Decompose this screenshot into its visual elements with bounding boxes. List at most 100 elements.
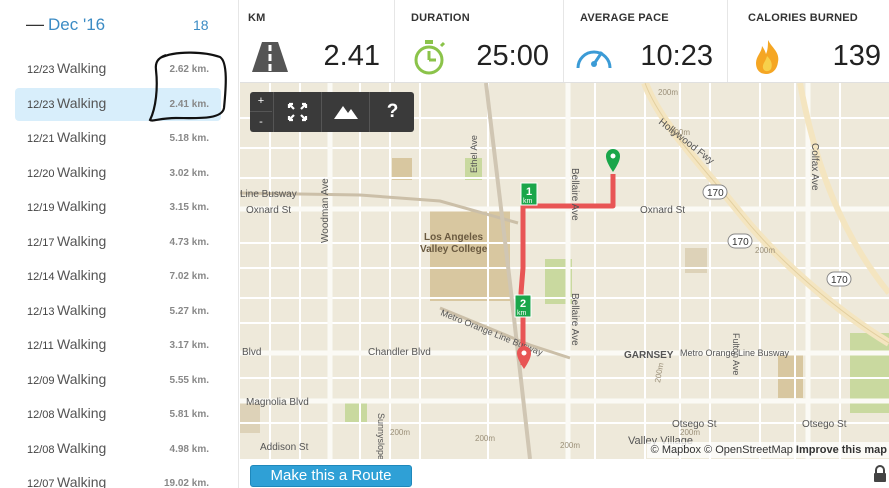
activity-type: Walking — [57, 164, 107, 180]
street-label: Bellaire Ave — [569, 168, 580, 221]
activity-distance: 7.02 km. — [169, 271, 209, 282]
osm-link[interactable]: © OpenStreetMap — [704, 444, 793, 456]
stat-calories: CALORIES BURNED 139 — [728, 0, 889, 82]
km-marker-2: 2 km — [514, 294, 532, 318]
activity-date: 12/09 — [27, 375, 55, 387]
mapbox-link[interactable]: © Mapbox — [651, 444, 701, 456]
stat-km: KM 2.41 — [240, 0, 395, 82]
college-label: Valley College — [420, 244, 488, 255]
street-label: Fulton Ave — [731, 333, 741, 375]
highway-shield: 170 — [702, 184, 728, 200]
activity-date: 12/23 — [27, 99, 55, 111]
highway-shield: 170 — [727, 233, 753, 249]
activity-sidebar: — Dec '16 18 12/23 Walking 2.62 km. 12/2… — [0, 0, 239, 488]
svg-text:170: 170 — [707, 188, 724, 199]
activity-date: 12/17 — [27, 237, 55, 249]
flame-icon — [756, 40, 779, 74]
km-marker-1: 1 km — [520, 182, 538, 206]
district-label: GARNSEY — [624, 350, 674, 361]
fullscreen-button[interactable] — [273, 92, 321, 132]
activity-row[interactable]: 12/23 Walking 2.62 km. — [15, 53, 221, 86]
activity-distance: 19.02 km. — [163, 478, 209, 488]
activity-distance: 5.81 km. — [169, 409, 209, 420]
stat-value: 10:23 — [640, 40, 713, 72]
activity-date: 12/08 — [27, 444, 55, 456]
street-label: Oxnard St — [246, 205, 291, 216]
month-header[interactable]: — Dec '16 18 — [0, 0, 238, 50]
busway-label: Line Busway — [240, 189, 297, 200]
activity-row[interactable]: 12/14 Walking 7.02 km. — [15, 260, 221, 293]
activity-distance: 5.27 km. — [169, 306, 209, 317]
svg-text:200m: 200m — [390, 428, 410, 437]
zoom-out-button[interactable]: - — [250, 112, 272, 132]
svg-text:2: 2 — [520, 298, 526, 310]
month-label[interactable]: Dec '16 — [48, 15, 105, 35]
street-label: Bellaire Ave — [569, 293, 580, 346]
activity-row[interactable]: 12/08 Walking 4.98 km. — [15, 433, 221, 466]
svg-text:km: km — [517, 310, 527, 317]
activity-row[interactable]: 12/11 Walking 3.17 km. — [15, 329, 221, 362]
activity-type: Walking — [57, 336, 107, 352]
activity-type: Walking — [57, 405, 107, 421]
stat-label: KM — [248, 12, 266, 24]
activity-date: 12/23 — [27, 64, 55, 76]
activity-row[interactable]: 12/08 Walking 5.81 km. — [15, 398, 221, 431]
activity-type: Walking — [57, 371, 107, 387]
zoom-control: + - — [250, 92, 272, 132]
activity-date: 12/08 — [27, 409, 55, 421]
map-attribution: © Mapbox © OpenStreetMap Improve this ma… — [646, 442, 889, 458]
activity-row[interactable]: 12/21 Walking 5.18 km. — [15, 122, 221, 155]
activity-type: Walking — [57, 129, 107, 145]
stat-label: AVERAGE PACE — [580, 12, 669, 24]
activity-distance: 5.55 km. — [169, 375, 209, 386]
college-label-line1: Los Angeles — [424, 232, 484, 243]
bottom-bar: Make this a Route — [240, 459, 889, 488]
map-controls: + - ? — [250, 92, 414, 132]
zoom-in-button[interactable]: + — [250, 92, 272, 112]
route-map[interactable]: Line Busway Oxnard St Oxnard St GARNSEY … — [240, 83, 889, 459]
activity-row-selected[interactable]: 12/23 Walking 2.41 km. — [15, 88, 221, 121]
stat-duration: DURATION 25:00 — [395, 0, 564, 82]
activity-type: Walking — [57, 474, 107, 488]
activity-type: Walking — [57, 95, 107, 111]
highway-shield: 170 — [826, 271, 852, 287]
stat-value: 2.41 — [323, 40, 380, 72]
stat-value: 25:00 — [476, 40, 549, 72]
activity-distance: 5.18 km. — [169, 133, 209, 144]
street-label: Magnolia Blvd — [246, 397, 309, 408]
activity-row[interactable]: 12/13 Walking 5.27 km. — [15, 295, 221, 328]
activity-date: 12/20 — [27, 168, 55, 180]
speedometer-icon — [576, 50, 612, 69]
activity-row[interactable]: 12/17 Walking 4.73 km. — [15, 226, 221, 259]
stopwatch-icon — [414, 40, 446, 75]
activity-distance: 2.62 km. — [169, 64, 209, 75]
svg-text:170: 170 — [831, 275, 848, 286]
mountain-icon — [334, 106, 358, 119]
activity-distance: 2.41 km. — [169, 99, 209, 110]
activity-distance: 3.17 km. — [169, 340, 209, 351]
map-canvas: Line Busway Oxnard St Oxnard St GARNSEY … — [240, 83, 889, 459]
activity-date: 12/07 — [27, 478, 55, 488]
help-button[interactable]: ? — [369, 92, 415, 132]
svg-text:200m: 200m — [653, 362, 665, 384]
activity-date: 12/13 — [27, 306, 55, 318]
activity-type: Walking — [57, 198, 107, 214]
make-route-button[interactable]: Make this a Route — [250, 465, 412, 487]
activity-row[interactable]: 12/07 Walking 19.02 km. — [15, 467, 221, 488]
start-pin-icon[interactable] — [606, 149, 620, 172]
activity-row[interactable]: 12/09 Walking 5.55 km. — [15, 364, 221, 397]
svg-text:200m: 200m — [475, 434, 495, 443]
svg-text:200m: 200m — [755, 246, 775, 255]
terrain-button[interactable] — [321, 92, 369, 132]
street-label: Otsego St — [802, 419, 847, 430]
activity-date: 12/11 — [27, 340, 54, 352]
svg-text:200m: 200m — [680, 428, 700, 437]
activity-row[interactable]: 12/20 Walking 3.02 km. — [15, 157, 221, 190]
collapse-dash-icon[interactable]: — — [26, 14, 44, 35]
lock-icon[interactable] — [873, 465, 887, 483]
improve-map-link[interactable]: Improve this map — [796, 444, 887, 456]
stat-label: DURATION — [411, 12, 470, 24]
street-label: Colfax Ave — [809, 143, 820, 191]
activity-row[interactable]: 12/19 Walking 3.15 km. — [15, 191, 221, 224]
stat-label: CALORIES BURNED — [748, 12, 858, 24]
